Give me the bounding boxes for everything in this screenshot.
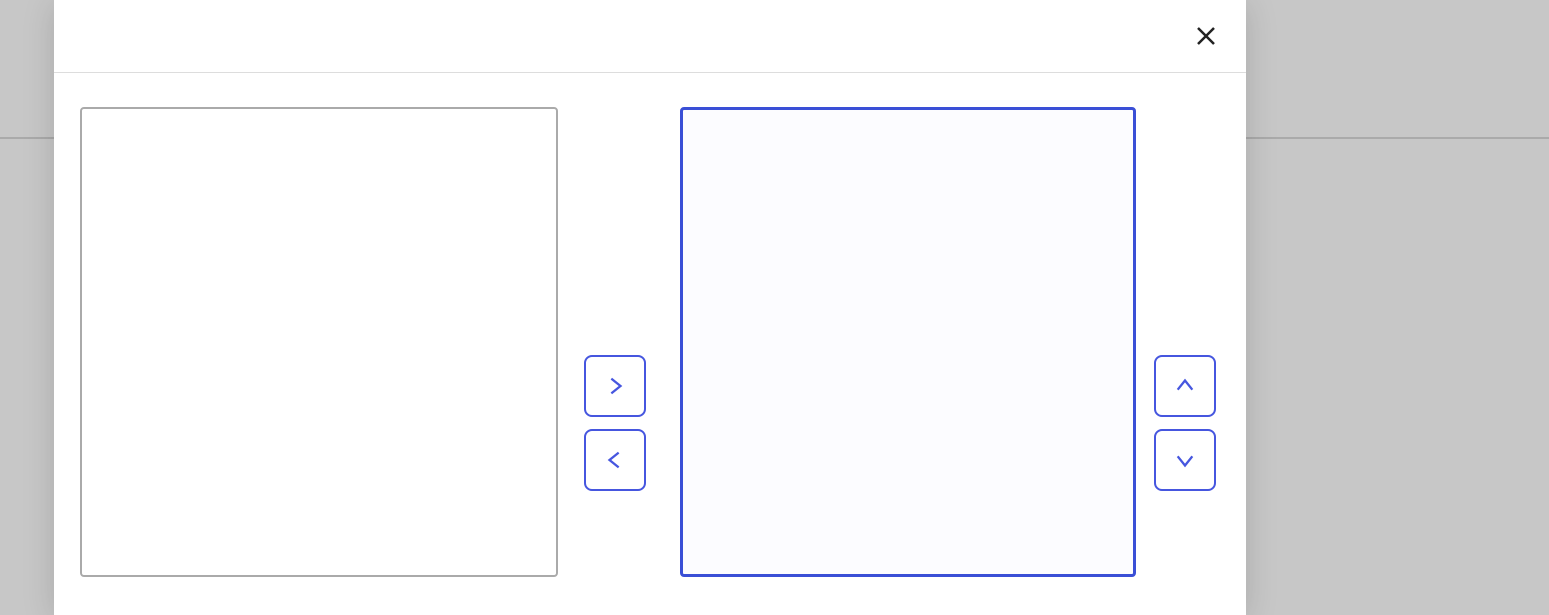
- selected-panel: [680, 95, 1136, 577]
- chevron-left-icon: [604, 449, 626, 471]
- add-button[interactable]: [584, 355, 646, 417]
- personalize-columns-modal: [54, 0, 1246, 615]
- chevron-down-icon: [1174, 449, 1196, 471]
- close-button[interactable]: [1188, 18, 1224, 54]
- reorder-buttons: [1154, 355, 1216, 491]
- transfer-buttons: [584, 355, 646, 491]
- close-icon: [1194, 24, 1218, 48]
- selected-listbox[interactable]: [680, 107, 1136, 577]
- chevron-up-icon: [1174, 375, 1196, 397]
- remove-button[interactable]: [584, 429, 646, 491]
- move-down-button[interactable]: [1154, 429, 1216, 491]
- available-panel: [80, 95, 558, 577]
- available-listbox[interactable]: [80, 107, 558, 577]
- move-up-button[interactable]: [1154, 355, 1216, 417]
- modal-header: [54, 0, 1246, 73]
- chevron-right-icon: [604, 375, 626, 397]
- modal-body: [54, 73, 1246, 615]
